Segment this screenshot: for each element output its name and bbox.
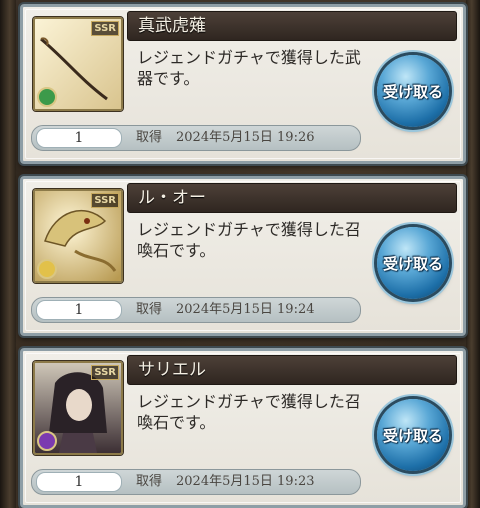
quantity: 1 <box>36 300 122 320</box>
receive-button[interactable]: 受け取る <box>377 227 449 299</box>
ssr-badge: SSR <box>91 365 119 380</box>
acquired-label: 取得 <box>136 130 163 145</box>
gift-card: SSR 真武虎薙 レジェンドガチャで獲得した武器です。 受け取る 1 取得 20… <box>20 4 466 164</box>
acquired-date: 2024年5月15日 19:24 <box>176 302 315 317</box>
ssr-badge: SSR <box>91 193 119 208</box>
info-bar: 1 取得 2024年5月15日 19:26 <box>31 125 361 151</box>
gift-card: SSR サリエル レジェンドガチャで獲得した召喚石です。 受け取る 1 取得 2… <box>20 348 466 508</box>
item-name: ル・オー <box>138 188 206 208</box>
quantity: 1 <box>36 128 122 148</box>
acquired-label: 取得 <box>136 474 163 489</box>
receive-button-label: 受け取る <box>382 82 443 101</box>
item-name: 真武虎薙 <box>138 16 206 36</box>
item-description: レジェンドガチャで獲得した武器です。 <box>137 48 361 88</box>
item-thumbnail[interactable]: SSR <box>33 361 123 455</box>
acquired-date: 2024年5月15日 19:26 <box>176 130 315 145</box>
title-bar: サリエル <box>127 355 457 385</box>
receive-button-label: 受け取る <box>382 426 443 445</box>
info-bar: 1 取得 2024年5月15日 19:24 <box>31 297 361 323</box>
item-description: レジェンドガチャで獲得した召喚石です。 <box>137 392 361 432</box>
info-bar: 1 取得 2024年5月15日 19:23 <box>31 469 361 495</box>
quantity: 1 <box>36 472 122 492</box>
wind-element-icon <box>37 87 57 107</box>
item-name: サリエル <box>138 360 206 380</box>
gift-card: SSR ル・オー レジェンドガチャで獲得した召喚石です。 受け取る 1 取得 2… <box>20 176 466 336</box>
item-description: レジェンドガチャで獲得した召喚石です。 <box>137 220 361 260</box>
ssr-badge: SSR <box>91 21 119 36</box>
right-frame <box>466 0 480 508</box>
left-frame <box>0 0 16 508</box>
item-thumbnail[interactable]: SSR <box>33 189 123 283</box>
title-bar: ル・オー <box>127 183 457 213</box>
title-bar: 真武虎薙 <box>127 11 457 41</box>
light-element-icon <box>37 259 57 279</box>
receive-button[interactable]: 受け取る <box>377 55 449 127</box>
item-thumbnail[interactable]: SSR <box>33 17 123 111</box>
acquired-date: 2024年5月15日 19:23 <box>176 474 315 489</box>
receive-button[interactable]: 受け取る <box>377 399 449 471</box>
dark-element-icon <box>37 431 57 451</box>
receive-button-label: 受け取る <box>382 254 443 273</box>
acquired-label: 取得 <box>136 302 163 317</box>
